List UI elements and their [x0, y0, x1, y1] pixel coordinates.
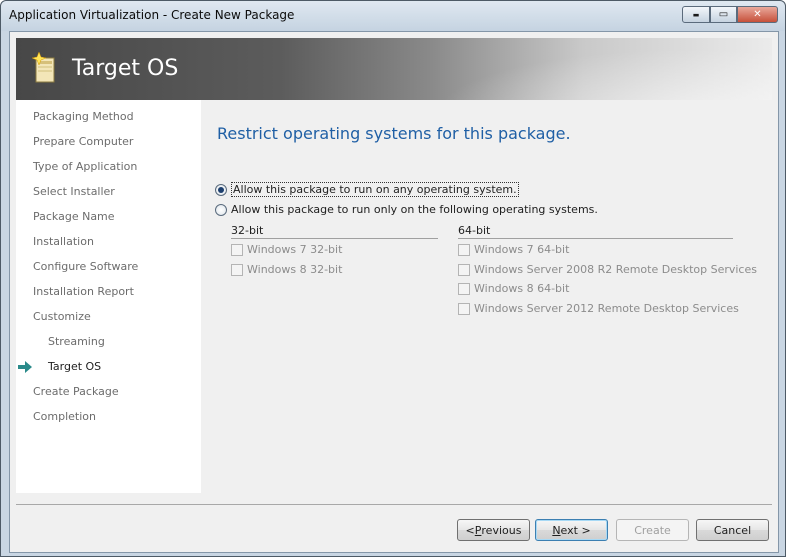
nav-step-package-name: Package Name — [33, 210, 115, 223]
wizard-banner: Target OS — [16, 38, 772, 100]
checkbox-win8-32[interactable]: Windows 8 32-bit — [231, 263, 342, 276]
footer-divider — [16, 504, 772, 505]
nav-step-prepare-computer: Prepare Computer — [33, 135, 134, 148]
page-heading: Restrict operating systems for this pack… — [217, 124, 571, 143]
group-32bit-heading: 32-bit — [231, 224, 264, 237]
checkbox-win7-32-box[interactable] — [231, 243, 243, 256]
checkbox-win7-64-box[interactable] — [458, 243, 470, 256]
nav-step-create-package: Create Package — [33, 385, 119, 398]
nav-step-select-installer: Select Installer — [33, 185, 115, 198]
radio-any-os[interactable]: Allow this package to run on any operati… — [215, 182, 519, 197]
cancel-button-label: Cancel — [713, 523, 752, 537]
checkbox-ws2012-rds[interactable]: Windows Server 2012 Remote Desktop Servi… — [458, 302, 739, 315]
previous-button-prefix: < — [465, 523, 475, 537]
radio-specific-os[interactable]: Allow this package to run only on the fo… — [215, 203, 598, 216]
group-64bit-divider — [458, 238, 733, 239]
checkbox-win7-32[interactable]: Windows 7 32-bit — [231, 243, 342, 256]
nav-step-streaming: Streaming — [48, 335, 105, 348]
radio-specific-os-label[interactable]: Allow this package to run only on the fo… — [231, 203, 598, 216]
radio-specific-os-button[interactable] — [215, 203, 227, 216]
checkbox-win8-32-box[interactable] — [231, 263, 243, 276]
nav-step-configure-software: Configure Software — [33, 260, 139, 273]
maximize-icon: ▭ — [718, 9, 729, 20]
banner-title: Target OS — [72, 56, 179, 81]
close-icon: ✕ — [753, 9, 762, 20]
window-title: Application Virtualization - Create New … — [9, 8, 295, 22]
minimize-icon: ▬ — [692, 10, 700, 19]
close-button[interactable]: ✕ — [737, 6, 778, 23]
previous-button-label: revious — [481, 523, 522, 537]
main-content: Restrict operating systems for this pack… — [201, 100, 772, 493]
next-button-label: ext > — [560, 523, 591, 537]
nav-step-installation-report: Installation Report — [33, 285, 134, 298]
checkbox-ws2012-rds-box[interactable] — [458, 302, 470, 315]
nav-step-customize: Customize — [33, 310, 91, 323]
checkbox-win8-64-box[interactable] — [458, 282, 470, 295]
create-button-label: Create — [634, 523, 671, 537]
next-button-access-key: N — [552, 523, 561, 537]
package-wizard-icon — [31, 52, 55, 83]
checkbox-win8-32-label: Windows 8 32-bit — [247, 263, 343, 276]
checkbox-win8-64-label: Windows 8 64-bit — [474, 282, 570, 295]
radio-any-os-button[interactable] — [215, 183, 227, 196]
nav-step-target-os: Target OS — [48, 360, 102, 373]
maximize-button[interactable]: ▭ — [710, 6, 737, 23]
create-button[interactable]: Create — [616, 519, 689, 541]
radio-any-os-label[interactable]: Allow this package to run on any operati… — [231, 182, 519, 197]
minimize-button[interactable]: ▬ — [682, 6, 710, 23]
group-64bit-heading: 64-bit — [458, 224, 491, 237]
nav-step-packaging-method: Packaging Method — [33, 110, 134, 123]
checkbox-ws2008r2-rds-box[interactable] — [458, 263, 470, 276]
checkbox-win7-64-label: Windows 7 64-bit — [474, 243, 570, 256]
previous-button-access-key: P — [474, 523, 482, 537]
banner-decoration — [392, 38, 772, 100]
previous-button[interactable]: < Previous — [457, 519, 530, 541]
nav-step-completion: Completion — [33, 410, 97, 423]
checkbox-ws2008r2-rds[interactable]: Windows Server 2008 R2 Remote Desktop Se… — [458, 263, 757, 276]
nav-step-installation: Installation — [33, 235, 94, 248]
cancel-button[interactable]: Cancel — [696, 519, 769, 541]
wizard-steps-nav: Packaging Method Prepare Computer Type o… — [16, 100, 201, 493]
checkbox-ws2008r2-rds-label: Windows Server 2008 R2 Remote Desktop Se… — [474, 263, 757, 276]
next-button[interactable]: Next > — [535, 519, 608, 541]
current-step-arrow-icon — [18, 361, 32, 373]
checkbox-win7-32-label: Windows 7 32-bit — [247, 243, 343, 256]
title-bar[interactable]: Application Virtualization - Create New … — [1, 1, 785, 31]
checkbox-win8-64[interactable]: Windows 8 64-bit — [458, 282, 569, 295]
checkbox-win7-64[interactable]: Windows 7 64-bit — [458, 243, 569, 256]
nav-step-type-of-application: Type of Application — [33, 160, 138, 173]
group-32bit-divider — [231, 238, 438, 239]
wizard-body: Target OS Packaging Method Prepare Compu… — [9, 31, 779, 553]
checkbox-ws2012-rds-label: Windows Server 2012 Remote Desktop Servi… — [474, 302, 739, 315]
app-window: Application Virtualization - Create New … — [0, 0, 786, 557]
